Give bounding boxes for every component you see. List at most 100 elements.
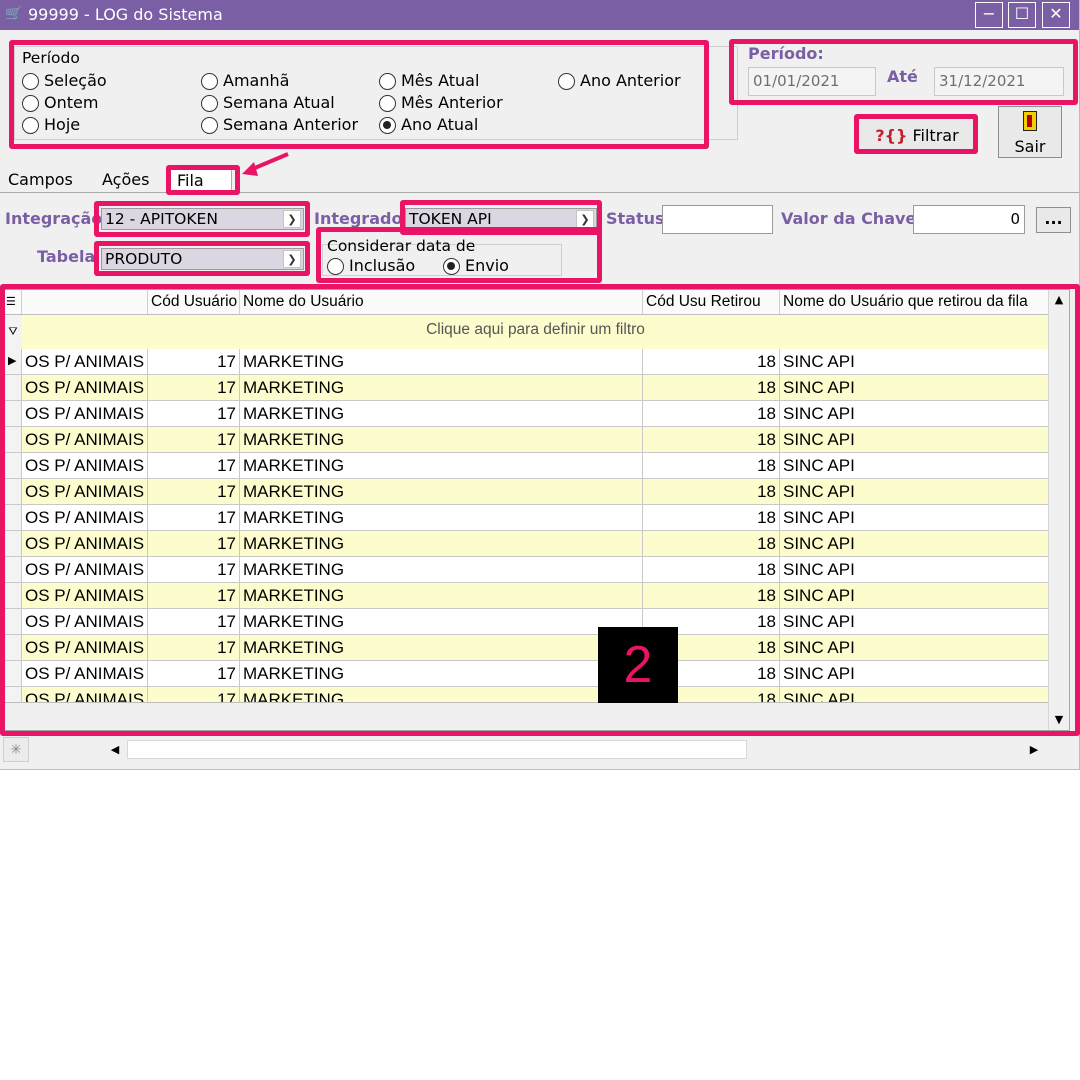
table-cell[interactable]: 17 [148, 505, 240, 530]
column-header[interactable]: Nome do Usuário [240, 290, 643, 314]
table-cell[interactable]: MARKETING [240, 479, 643, 504]
row-indicator[interactable] [4, 427, 22, 452]
table-row[interactable]: OS P/ ANIMAIS L 17 MARKETING 18 SINC API [4, 479, 1049, 505]
table-cell[interactable]: SINC API [780, 687, 1049, 702]
table-cell[interactable]: 18 [643, 453, 780, 478]
table-cell[interactable]: 18 [643, 375, 780, 400]
radio-ano-atual[interactable]: Ano Atual [379, 115, 478, 135]
row-indicator[interactable] [4, 583, 22, 608]
table-cell[interactable]: OS P/ ANIMAIS L [22, 505, 148, 530]
table-row[interactable]: OS P/ ANIMAIS L 17 MARKETING 18 SINC API [4, 453, 1049, 479]
table-cell[interactable]: MARKETING [240, 635, 643, 660]
column-header[interactable]: Cód Usu Retirou [643, 290, 780, 314]
table-cell[interactable]: 18 [643, 505, 780, 530]
table-cell[interactable]: MARKETING [240, 375, 643, 400]
table-cell[interactable]: MARKETING [240, 401, 643, 426]
table-row[interactable]: OS P/ ANIMAIS L 17 MARKETING 18 SINC API [4, 531, 1049, 557]
date-from-input[interactable]: 01/01/2021 [748, 67, 876, 96]
table-cell[interactable]: MARKETING [240, 557, 643, 582]
table-cell[interactable]: SINC API [780, 427, 1049, 452]
table-cell[interactable]: SINC API [780, 583, 1049, 608]
radio-selecao[interactable]: Seleção [22, 71, 107, 91]
table-cell[interactable]: OS P/ ANIMAIS L [22, 375, 148, 400]
table-cell[interactable]: MARKETING [240, 583, 643, 608]
table-cell[interactable]: 18 [643, 557, 780, 582]
scroll-down-icon[interactable]: ▼ [1049, 710, 1069, 730]
radio-envio[interactable]: Envio [443, 256, 509, 276]
radio-ontem[interactable]: Ontem [22, 93, 98, 113]
table-cell[interactable]: MARKETING [240, 349, 643, 374]
scroll-thumb[interactable] [127, 740, 747, 759]
table-cell[interactable]: 18 [643, 479, 780, 504]
table-cell[interactable]: OS P/ ANIMAIS L [22, 427, 148, 452]
horizontal-scrollbar[interactable]: ✳ ◀ ▶ [3, 737, 1047, 762]
table-cell[interactable]: OS P/ ANIMAIS L [22, 479, 148, 504]
more-button[interactable]: ... [1036, 207, 1071, 233]
vertical-scrollbar[interactable]: ▲ ▼ [1048, 290, 1069, 730]
table-cell[interactable]: MARKETING [240, 687, 643, 702]
row-indicator[interactable] [4, 609, 22, 634]
row-indicator[interactable] [4, 531, 22, 556]
table-cell[interactable]: OS P/ ANIMAIS L [22, 557, 148, 582]
table-cell[interactable]: SINC API [780, 349, 1049, 374]
table-cell[interactable]: MARKETING [240, 427, 643, 452]
table-cell[interactable]: MARKETING [240, 505, 643, 530]
status-input[interactable] [662, 205, 773, 234]
radio-hoje[interactable]: Hoje [22, 115, 80, 135]
tab-campos[interactable]: Campos [2, 167, 94, 193]
table-cell[interactable]: OS P/ ANIMAIS L [22, 453, 148, 478]
tabela-select[interactable]: PRODUTO ❯ [101, 248, 304, 270]
table-cell[interactable]: 17 [148, 661, 240, 686]
table-cell[interactable]: SINC API [780, 635, 1049, 660]
scroll-right-icon[interactable]: ▶ [1022, 737, 1046, 762]
row-indicator[interactable] [4, 635, 22, 660]
exit-button[interactable]: Sair [998, 106, 1062, 158]
column-header[interactable] [22, 290, 148, 314]
table-cell[interactable]: SINC API [780, 557, 1049, 582]
row-indicator-icon[interactable]: ▶ [4, 349, 22, 374]
table-cell[interactable]: OS P/ ANIMAIS L [22, 661, 148, 686]
table-cell[interactable]: OS P/ ANIMAIS L [22, 583, 148, 608]
table-cell[interactable]: 18 [643, 401, 780, 426]
row-indicator[interactable] [4, 557, 22, 582]
new-row-icon[interactable]: ✳ [3, 737, 29, 762]
tab-acoes[interactable]: Ações [96, 167, 164, 193]
table-cell[interactable]: 17 [148, 687, 240, 702]
table-row[interactable]: ▶ OS P/ ANIMAIS L 17 MARKETING 18 SINC API [4, 349, 1049, 375]
minimize-button[interactable]: − [975, 2, 1003, 28]
date-to-input[interactable]: 31/12/2021 [934, 67, 1064, 96]
table-cell[interactable]: 17 [148, 531, 240, 556]
table-row[interactable]: OS P/ ANIMAIS L 17 MARKETING 18 SINC API [4, 635, 1049, 661]
radio-amanha[interactable]: Amanhã [201, 71, 289, 91]
filter-button[interactable]: ?{} Filtrar [858, 116, 976, 152]
table-row[interactable]: OS P/ ANIMAIS L 17 MARKETING 18 SINC API [4, 661, 1049, 687]
grid-filter-row[interactable]: Clique aqui para definir um filtro [22, 315, 1049, 349]
column-header[interactable]: Cód Usuário [148, 290, 240, 314]
table-row[interactable]: OS P/ ANIMAIS L 17 MARKETING 18 SINC API [4, 557, 1049, 583]
table-cell[interactable]: 17 [148, 349, 240, 374]
integracao-select[interactable]: 12 - APITOKEN ❯ [101, 208, 304, 230]
table-cell[interactable]: MARKETING [240, 609, 643, 634]
radio-mes-anterior[interactable]: Mês Anterior [379, 93, 503, 113]
radio-inclusao[interactable]: Inclusão [327, 256, 415, 276]
scroll-left-icon[interactable]: ◀ [103, 737, 127, 762]
table-row[interactable]: OS P/ ANIMAIS L 17 MARKETING 18 SINC API [4, 505, 1049, 531]
table-cell[interactable]: 17 [148, 427, 240, 452]
table-cell[interactable]: 18 [643, 583, 780, 608]
row-indicator[interactable] [4, 505, 22, 530]
table-cell[interactable]: MARKETING [240, 661, 643, 686]
row-indicator[interactable] [4, 687, 22, 702]
table-cell[interactable]: OS P/ ANIMAIS L [22, 401, 148, 426]
table-cell[interactable]: SINC API [780, 479, 1049, 504]
table-cell[interactable]: SINC API [780, 609, 1049, 634]
table-cell[interactable]: OS P/ ANIMAIS L [22, 687, 148, 702]
table-cell[interactable]: OS P/ ANIMAIS L [22, 635, 148, 660]
table-cell[interactable]: 17 [148, 583, 240, 608]
radio-mes-atual[interactable]: Mês Atual [379, 71, 479, 91]
valor-chave-input[interactable]: 0 [913, 205, 1025, 234]
table-cell[interactable]: 17 [148, 635, 240, 660]
table-cell[interactable]: SINC API [780, 375, 1049, 400]
table-cell[interactable]: 17 [148, 479, 240, 504]
table-row[interactable]: OS P/ ANIMAIS L 17 MARKETING 18 SINC API [4, 609, 1049, 635]
table-cell[interactable]: SINC API [780, 453, 1049, 478]
